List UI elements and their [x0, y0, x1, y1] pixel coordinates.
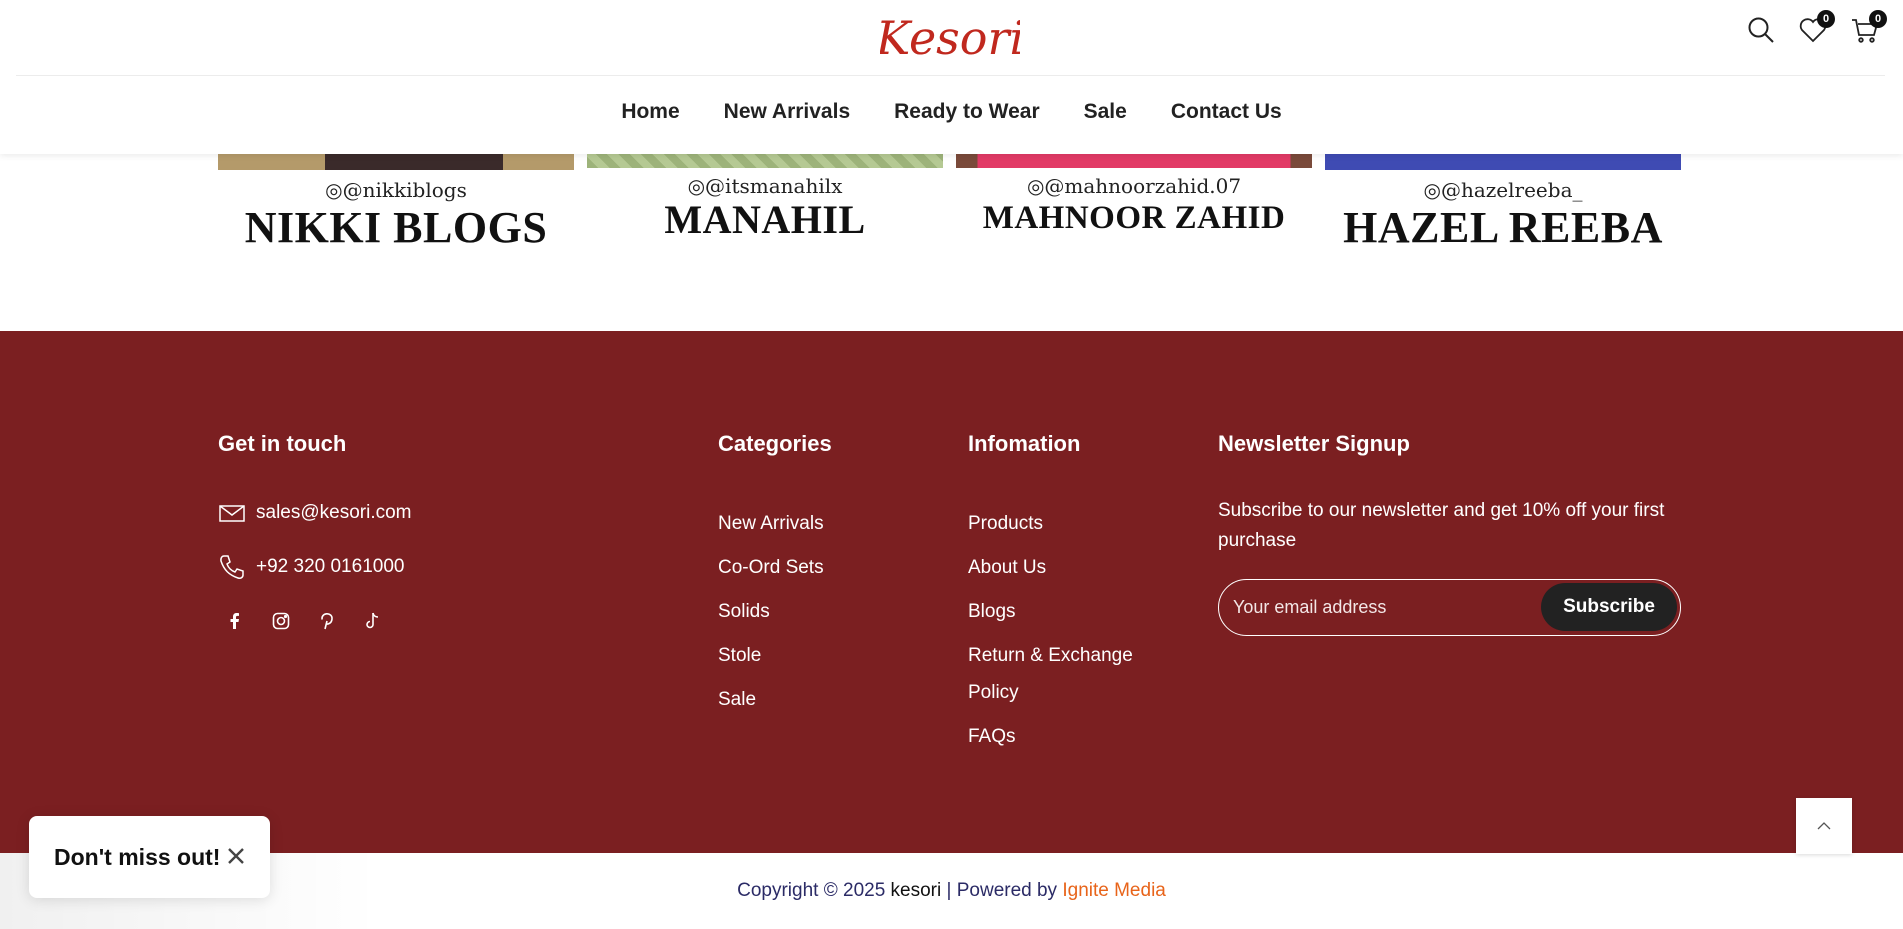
nav-sale[interactable]: Sale: [1084, 100, 1127, 124]
newsletter-description: Subscribe to our newsletter and get 10% …: [1218, 500, 1665, 551]
info-link[interactable]: Blogs: [968, 590, 1148, 634]
info-link[interactable]: Return & Exchange Policy: [968, 634, 1148, 715]
influencer-handle: ◎@nikkiblogs: [325, 178, 467, 202]
influencer-handle: ◎@mahnoorzahid.07: [1026, 174, 1242, 198]
newsletter-form: Subscribe: [1218, 579, 1681, 636]
back-to-top-button[interactable]: [1796, 798, 1852, 854]
site-footer: Get in touch sales@kesori.com +92 320 01…: [0, 331, 1903, 853]
social-links: [225, 610, 383, 632]
influencer-name: NIKKI BLOGS: [244, 203, 548, 252]
cart-icon[interactable]: 0: [1849, 10, 1887, 46]
nav-new-arrivals[interactable]: New Arrivals: [724, 100, 850, 124]
cart-count-badge: 0: [1869, 10, 1887, 28]
facebook-icon[interactable]: [225, 610, 245, 632]
tiktok-icon[interactable]: [363, 610, 383, 632]
influencer-name: HAZEL REEBA: [1343, 203, 1663, 252]
influencer-handle: ◎@itsmanahilx: [687, 174, 843, 198]
popup-text: Don't miss out!: [54, 843, 221, 870]
nav-contact-us[interactable]: Contact Us: [1171, 100, 1282, 124]
header-divider: [16, 75, 1885, 76]
categories-title: Categories: [718, 431, 832, 456]
close-icon[interactable]: [224, 844, 248, 868]
powered-by-link[interactable]: Ignite Media: [1062, 880, 1166, 901]
kesori-logo[interactable]: Kesori: [880, 4, 1020, 72]
pinterest-icon[interactable]: [317, 610, 337, 632]
copyright-prefix: Copyright © 2025: [737, 880, 891, 901]
phone-text: +92 320 0161000: [256, 556, 405, 577]
nav-home[interactable]: Home: [621, 100, 679, 124]
svg-text:Kesori: Kesori: [880, 11, 1020, 65]
info-link[interactable]: Products: [968, 502, 1148, 546]
information-list: Products About Us Blogs Return & Exchang…: [968, 502, 1148, 759]
chevron-up-icon: [1817, 822, 1831, 830]
phone-contact[interactable]: +92 320 0161000: [218, 553, 404, 581]
dont-miss-out-popup[interactable]: Don't miss out!: [29, 816, 270, 898]
category-link[interactable]: Stole: [718, 634, 824, 678]
information-title: Infomation: [968, 431, 1081, 456]
copyright-separator: | Powered by: [941, 880, 1063, 901]
info-link[interactable]: About Us: [968, 546, 1148, 590]
get-in-touch-title: Get in touch: [218, 431, 347, 456]
influencer-handle: ◎@hazelreeba_: [1423, 178, 1583, 202]
mail-icon: [219, 505, 245, 522]
category-link[interactable]: Solids: [718, 590, 824, 634]
category-link[interactable]: Sale: [718, 678, 824, 722]
site-header: Kesori 0 0 Home New Arrivals Ready to We…: [0, 0, 1903, 154]
main-nav: Home New Arrivals Ready to Wear Sale Con…: [0, 100, 1903, 124]
wishlist-icon[interactable]: 0: [1797, 10, 1835, 46]
newsletter-email-input[interactable]: [1233, 592, 1533, 622]
newsletter-title: Newsletter Signup: [1218, 431, 1410, 456]
category-link[interactable]: New Arrivals: [718, 502, 824, 546]
category-link[interactable]: Co-Ord Sets: [718, 546, 824, 590]
influencer-name: MANAHIL: [664, 197, 866, 242]
search-icon[interactable]: [1745, 14, 1777, 46]
phone-icon: [220, 555, 244, 579]
info-link[interactable]: FAQs: [968, 715, 1148, 759]
header-icons: 0 0: [1745, 10, 1887, 46]
nav-ready-to-wear[interactable]: Ready to Wear: [894, 100, 1040, 124]
email-contact[interactable]: sales@kesori.com: [218, 499, 412, 527]
categories-list: New Arrivals Co-Ord Sets Solids Stole Sa…: [718, 502, 824, 722]
instagram-icon[interactable]: [271, 610, 291, 632]
email-text: sales@kesori.com: [256, 502, 412, 523]
subscribe-button[interactable]: Subscribe: [1541, 583, 1677, 631]
copyright-brand: kesori: [890, 880, 942, 901]
wishlist-count-badge: 0: [1817, 10, 1835, 28]
influencer-name: MAHNOOR ZAHID: [982, 200, 1286, 236]
